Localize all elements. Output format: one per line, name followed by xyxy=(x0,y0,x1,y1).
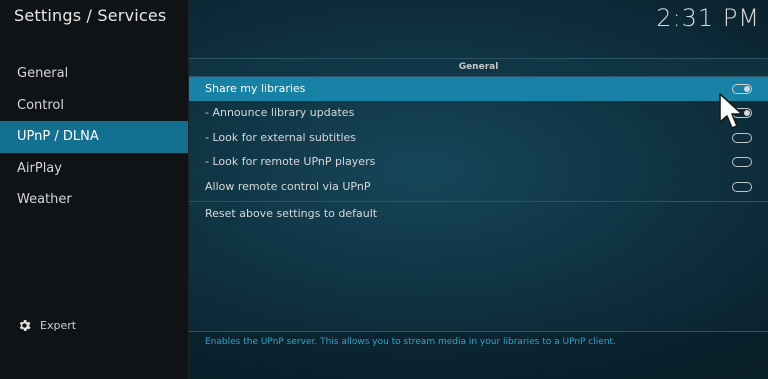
expert-label: Expert xyxy=(40,319,77,332)
toggle-switch-off[interactable] xyxy=(732,132,752,143)
setting-external-subtitles[interactable]: - Look for external subtitles xyxy=(189,126,768,150)
toggle-knob xyxy=(735,184,741,190)
help-text: Enables the UPnP server. This allows you… xyxy=(205,337,616,347)
setting-share-libraries[interactable]: Share my libraries xyxy=(189,77,768,102)
setting-label: - Look for external subtitles xyxy=(205,130,357,144)
sidebar-item-control[interactable]: Control xyxy=(0,90,188,122)
setting-remote-control-upnp[interactable]: Allow remote control via UPnP xyxy=(189,175,768,199)
sidebar-item-weather[interactable]: Weather xyxy=(0,184,188,216)
kodi-settings-window: Settings / Services General Control UPnP… xyxy=(0,0,768,379)
setting-label: Allow remote control via UPnP xyxy=(205,179,371,193)
setting-label: - Look for remote UPnP players xyxy=(205,155,376,169)
toggle-knob xyxy=(735,135,741,141)
setting-label: - Announce library updates xyxy=(205,106,355,120)
sidebar: Settings / Services General Control UPnP… xyxy=(0,0,189,379)
expert-level-button[interactable]: Expert xyxy=(17,318,76,333)
mouse-pointer-icon xyxy=(719,93,743,129)
sidebar-item-airplay[interactable]: AirPlay xyxy=(0,153,188,185)
setting-remote-upnp-players[interactable]: - Look for remote UPnP players xyxy=(189,150,768,174)
gear-icon xyxy=(19,320,31,331)
page-title: Settings / Services xyxy=(14,6,167,25)
reset-settings-button[interactable]: Reset above settings to default xyxy=(189,202,768,226)
help-footer: Enables the UPnP server. This allows you… xyxy=(189,331,768,379)
sidebar-item-upnp-dlna[interactable]: UPnP / DLNA xyxy=(0,121,188,153)
clock: 2:31 PM xyxy=(656,4,760,32)
toggle-knob xyxy=(735,159,741,165)
section-header: General xyxy=(189,58,768,77)
sidebar-item-general[interactable]: General xyxy=(0,58,188,90)
toggle-switch-off[interactable] xyxy=(732,157,752,168)
setting-announce-updates[interactable]: - Announce library updates xyxy=(189,101,768,125)
sidebar-nav: General Control UPnP / DLNA AirPlay Weat… xyxy=(0,58,188,216)
setting-label: Share my libraries xyxy=(205,82,306,95)
toggle-switch-off[interactable] xyxy=(732,181,752,192)
